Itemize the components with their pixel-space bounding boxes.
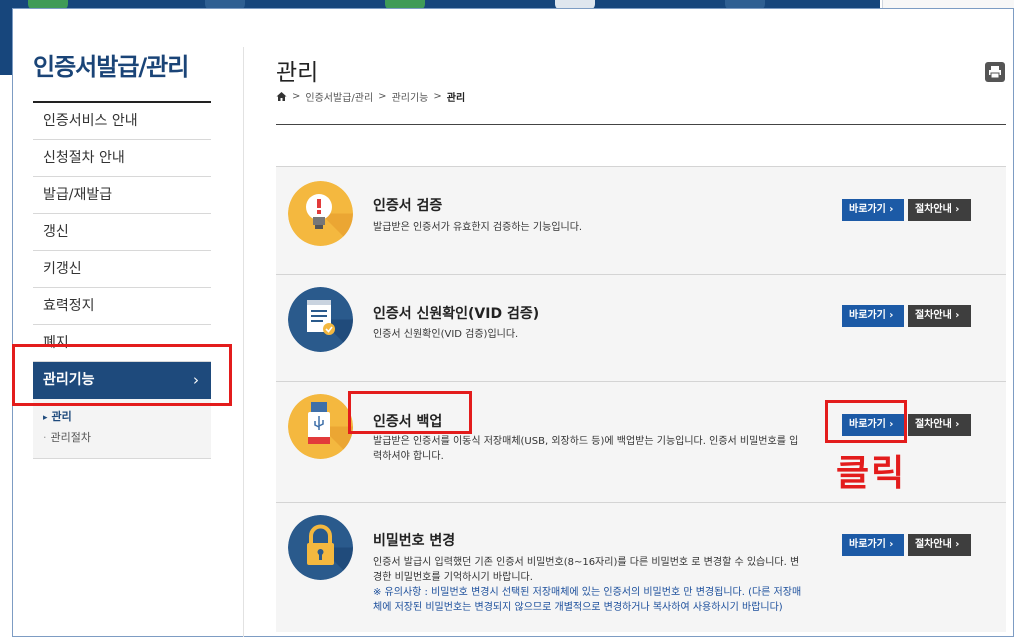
breadcrumb: > 인증서발급/관리 > 관리기능 > 관리 xyxy=(276,89,465,104)
card-description: 인증서 발급시 입력했던 기존 인증서 비밀번호(8~16자리)를 다른 비밀번… xyxy=(373,555,803,615)
card-caution-note: ※ 유의사항 : 비밀번호 변경시 선택된 저장매체에 있는 인증서의 비밀번호… xyxy=(373,587,802,613)
submenu-item-label: 관리절차 xyxy=(50,431,91,444)
highlight-box-sidebar xyxy=(12,344,232,406)
document-check-icon xyxy=(288,287,353,352)
content-divider xyxy=(243,47,244,637)
card-description: 발급받은 인증서를 이동식 저장매체(USB, 외장하드 등)에 백업받는 기능… xyxy=(373,436,799,462)
sidebar-title: 인증서발급/관리 xyxy=(33,53,189,81)
usb-drive-icon xyxy=(288,394,353,459)
lightbulb-icon xyxy=(288,181,353,246)
go-button[interactable]: 바로가기 › xyxy=(842,199,904,221)
procedure-guide-button[interactable]: 절차안내 › xyxy=(908,199,971,221)
triangle-bullet-icon: ▸ xyxy=(43,413,48,423)
card-actions: 바로가기 › 절차안내 › xyxy=(842,199,971,221)
highlight-box-go-button xyxy=(825,400,907,443)
card-vid-verification: 인증서 신원확인(VID 검증) 인증서 신원확인(VID 검증)입니다. 바로… xyxy=(276,274,1006,381)
sidebar-item-suspension[interactable]: 효력정지 xyxy=(33,288,211,325)
submenu-item-management-procedure[interactable]: · 관리절차 xyxy=(43,428,201,448)
certificate-management-window: 인증서발급/관리 인증서비스 안내 신청절차 안내 발급/재발급 갱신 키갱신 … xyxy=(12,8,1014,637)
procedure-guide-button[interactable]: 절차안내 › xyxy=(908,305,971,327)
go-button[interactable]: 바로가기 › xyxy=(842,305,904,327)
card-title: 비밀번호 변경 xyxy=(373,533,456,549)
padlock-icon xyxy=(288,515,353,580)
card-password-change: 비밀번호 변경 인증서 발급시 입력했던 기존 인증서 비밀번호(8~16자리)… xyxy=(276,502,1006,632)
breadcrumb-item[interactable]: 인증서발급/관리 xyxy=(305,89,373,104)
page-title: 관리 xyxy=(276,60,319,86)
sidebar-submenu: ▸ 관리 · 관리절차 xyxy=(33,399,211,459)
click-annotation-label: 클릭 xyxy=(836,453,907,494)
go-button[interactable]: 바로가기 › xyxy=(842,534,904,556)
card-actions: 바로가기 › 절차안내 › xyxy=(842,305,971,327)
sidebar-item-key-renewal[interactable]: 키갱신 xyxy=(33,251,211,288)
card-actions: 바로가기 › 절차안내 › xyxy=(842,534,971,556)
card-description: 인증서 신원확인(VID 검증)입니다. xyxy=(373,329,519,340)
sidebar-item-service-guide[interactable]: 인증서비스 안내 xyxy=(33,103,211,140)
breadcrumb-current: 관리 xyxy=(446,93,466,104)
breadcrumb-separator: > xyxy=(433,91,442,102)
submenu-item-management[interactable]: ▸ 관리 xyxy=(43,407,201,428)
procedure-guide-button[interactable]: 절차안내 › xyxy=(908,414,971,436)
breadcrumb-separator: > xyxy=(292,91,301,102)
printer-icon xyxy=(989,66,1001,79)
content-header-divider xyxy=(276,124,1006,125)
sidebar-item-renewal[interactable]: 갱신 xyxy=(33,214,211,251)
dot-bullet-icon: · xyxy=(43,431,47,444)
card-description: 발급받은 인증서가 유효한지 검증하는 기능입니다. xyxy=(373,222,583,233)
procedure-guide-button[interactable]: 절차안내 › xyxy=(908,534,971,556)
print-button[interactable] xyxy=(985,62,1005,82)
card-description-text: 인증서 발급시 입력했던 기존 인증서 비밀번호(8~16자리)를 다른 비밀번… xyxy=(373,557,800,583)
sidebar-item-application-procedure[interactable]: 신청절차 안내 xyxy=(33,140,211,177)
card-title: 인증서 검증 xyxy=(373,198,443,214)
breadcrumb-item[interactable]: 관리기능 xyxy=(392,89,429,104)
highlight-box-card-title xyxy=(348,391,472,434)
home-icon[interactable] xyxy=(276,91,287,102)
sidebar-item-issue-reissue[interactable]: 발급/재발급 xyxy=(33,177,211,214)
card-certificate-verification: 인증서 검증 발급받은 인증서가 유효한지 검증하는 기능입니다. 바로가기 ›… xyxy=(276,166,1006,274)
submenu-item-label: 관리 xyxy=(51,410,72,423)
breadcrumb-separator: > xyxy=(378,91,387,102)
card-title: 인증서 신원확인(VID 검증) xyxy=(373,306,540,322)
